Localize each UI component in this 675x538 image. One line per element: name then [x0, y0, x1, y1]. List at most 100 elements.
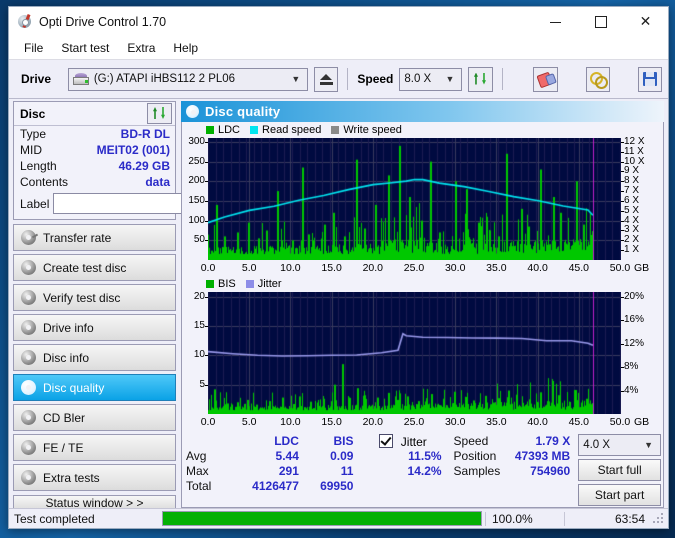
disc-panel-header: Disc [14, 102, 175, 126]
jitter-toggle-row[interactable]: Jitter [379, 434, 441, 449]
erase-button[interactable] [533, 66, 558, 92]
y-tick-right: 5 X [624, 204, 640, 216]
eject-button[interactable] [314, 66, 339, 92]
start-full-button[interactable]: Start full [578, 459, 661, 481]
position-value: 47393 MB [514, 449, 571, 463]
bis-chart-section: BIS Jitter 5 10 15 20 4% 8% 12% 16% 20% 0.0 5.0 10.… [182, 276, 663, 430]
sidebar-item-disc-quality[interactable]: Disc quality [13, 374, 176, 401]
start-part-button[interactable]: Start part [578, 484, 661, 506]
disc-icon [21, 470, 36, 485]
x-tick: 20.0 [362, 262, 384, 274]
stats-label-total: Total [186, 479, 212, 493]
stats-label-avg: Avg [186, 449, 207, 463]
stats-col-bis: BIS 0.09 11 69950 [299, 434, 354, 506]
status-bar: Test completed 100.0% 63:54 [9, 508, 668, 528]
drive-select-value: (G:) ATAPI iHBS112 2 PL06 [93, 73, 236, 85]
link-button[interactable] [585, 66, 610, 92]
eject-icon [319, 73, 333, 85]
refresh-button[interactable] [468, 66, 493, 92]
y-tick-left: 150 [188, 194, 205, 206]
chevron-down-icon: ▼ [291, 74, 301, 84]
status-message: Test completed [14, 511, 95, 526]
sidebar-item-fe-te[interactable]: FE / TE [13, 434, 176, 461]
close-button[interactable]: ✕ [623, 7, 668, 37]
y-tick-right: 2 X [624, 234, 640, 246]
sidebar-item-cd-bler[interactable]: CD Bler [13, 404, 176, 431]
menu-file[interactable]: File [15, 39, 52, 57]
nav-list: Transfer rate Create test disc Verify te… [13, 224, 176, 491]
sidebar-item-disc-info[interactable]: Disc info [13, 344, 176, 371]
x-tick: 40.0 [527, 262, 548, 274]
stats-row-labels: Avg Max Total [186, 434, 231, 506]
resize-grip[interactable] [653, 512, 665, 525]
disc-length-value: 46.29 GB [118, 159, 170, 173]
disc-label-caption: Label [20, 196, 50, 211]
speed-select[interactable]: 8.0 X ▼ [399, 67, 463, 91]
y-tick-right: 12% [624, 337, 645, 349]
menu-extra[interactable]: Extra [118, 39, 164, 57]
main-area: Disc Type BD-R DL MID MEIT02 (001) Lengt… [9, 99, 668, 511]
y-tick-right: 12 X [624, 135, 645, 147]
y-tick-left: 20 [193, 290, 205, 302]
x-tick: 30.0 [444, 416, 466, 428]
y-tick-left: 5 [199, 378, 205, 390]
ldc-plot-area [208, 138, 621, 260]
x-tick: 25.0 [403, 262, 425, 274]
ldc-canvas [208, 138, 621, 260]
stats-col-info-values: 1.79 X 47393 MB 754960 [508, 434, 570, 506]
y-tick-left: 15 [193, 320, 205, 332]
y-tick-right: 6 X [624, 194, 640, 206]
menu-help[interactable]: Help [164, 39, 207, 57]
y-tick-right: 8% [624, 361, 639, 373]
disc-contents-label: Contents [20, 175, 69, 189]
x-tick: 0.0 [200, 262, 216, 274]
menu-start-test[interactable]: Start test [52, 39, 118, 57]
drive-select[interactable]: (G:) ATAPI iHBS112 2 PL06 ▼ [67, 67, 309, 91]
sidebar-label: FE / TE [43, 440, 84, 455]
stats-header-bis: BIS [333, 434, 354, 448]
sidebar-item-create-test-disc[interactable]: Create test disc [13, 254, 176, 281]
drive-icon [72, 73, 89, 85]
refresh-icon [473, 72, 488, 87]
x-tick: 45.0 [568, 416, 590, 428]
y-tick-left: 50 [193, 234, 205, 246]
y-tick-right: 1 X [624, 244, 640, 256]
app-disc-icon [17, 13, 33, 30]
stats-header-ldc: LDC [274, 434, 299, 448]
sidebar-item-drive-info[interactable]: Drive info [13, 314, 176, 341]
disc-icon [21, 260, 36, 275]
y-tick-right: 4% [624, 384, 639, 396]
stats-ldc-avg: 5.44 [275, 449, 299, 463]
disc-refresh-button[interactable] [147, 103, 172, 124]
stats-bis-avg: 0.09 [330, 449, 354, 463]
page-title: Disc quality [205, 104, 281, 119]
disc-icon [21, 230, 39, 245]
minimize-button[interactable] [533, 7, 578, 37]
toolbar-divider-2 [501, 68, 503, 90]
sidebar-label: Transfer rate [43, 230, 112, 245]
test-speed-value: 4.0 X [583, 439, 611, 451]
ldc-legend: LDC Read speed Write speed [184, 123, 661, 136]
disc-label-row: Label [14, 190, 259, 219]
sidebar-item-extra-tests[interactable]: Extra tests [13, 464, 176, 491]
x-tick: 5.0 [241, 416, 257, 428]
x-tick: 50.0 [609, 262, 631, 274]
sidebar-item-verify-test-disc[interactable]: Verify test disc [13, 284, 176, 311]
sidebar-label: Disc info [43, 350, 90, 365]
ldc-read-speed-chart: 50 100 150 200 250 300 1 X2 X3 X4 X5 X6 X7 X8 … [184, 136, 661, 276]
sidebar-item-transfer-rate[interactable]: Transfer rate [13, 224, 176, 251]
jitter-checkbox[interactable] [379, 434, 394, 448]
maximize-button[interactable] [578, 7, 623, 37]
save-button[interactable] [637, 66, 663, 92]
disc-mid-value: MEIT02 (001) [96, 143, 170, 157]
application-window: Opti Drive Control 1.70 ✕ File Start tes… [8, 6, 669, 529]
bis-canvas [208, 292, 621, 414]
content-pane: Disc quality LDC Read speed Write speed [179, 99, 668, 508]
chain-icon [589, 72, 608, 89]
test-speed-select[interactable]: 4.0 X ▼ [578, 434, 661, 456]
disc-type-label: Type [20, 127, 47, 141]
stats-col-jitter: Jitter 11.5% 14.2% [353, 434, 442, 506]
floppy-disk-icon [642, 72, 657, 86]
window-title: Opti Drive Control 1.70 [39, 15, 167, 29]
sidebar-label: Drive info [43, 320, 94, 335]
